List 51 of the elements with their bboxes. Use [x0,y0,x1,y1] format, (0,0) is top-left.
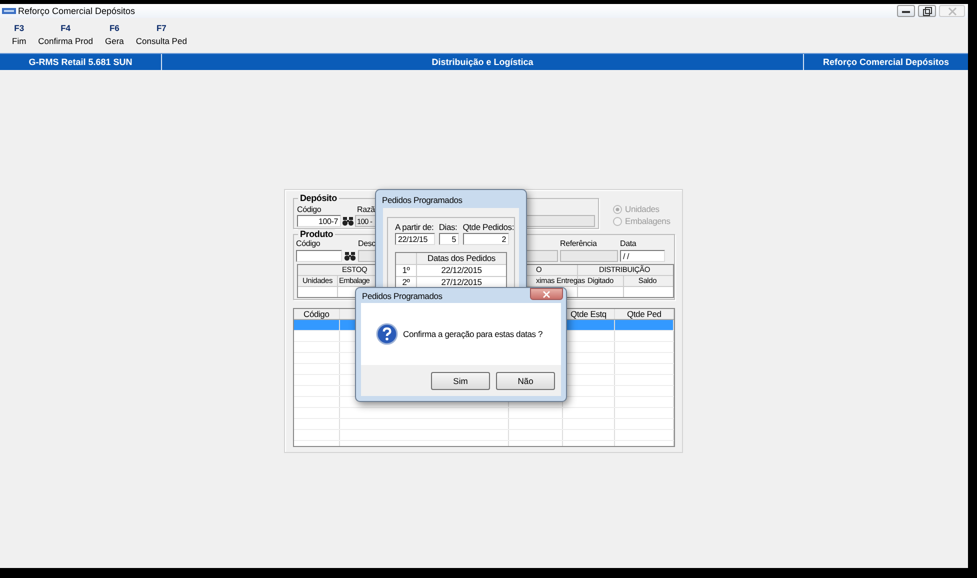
system-name: G-RMS Retail 5.681 SUN [0,54,162,70]
minimize-icon [902,10,910,12]
row-header: 1º [396,265,417,276]
toolbar-button[interactable]: F6 Gera [98,23,130,46]
toolbar-button[interactable]: F3 Fim [6,23,32,46]
dialog-message: Confirma a geração para estas datas ? [403,329,543,339]
column-header: Código [294,309,340,319]
dialog-button[interactable]: Não [496,372,555,390]
grid-row[interactable] [294,419,674,430]
binoculars-icon[interactable] [344,250,356,262]
field-label: Dias: [438,222,458,232]
window-title: Reforço Comercial Depósitos [18,6,136,16]
input-field[interactable]: / / [620,250,665,262]
group-title: Produto [298,229,336,239]
close-icon [948,6,956,16]
input-field[interactable]: 5 [439,233,459,245]
column-header: Qtde Ped [615,309,674,319]
minimize-button[interactable] [897,5,915,17]
dialog-button[interactable]: Sim [431,372,490,390]
grid-row[interactable] [294,430,674,441]
field-label: Qtde Pedidos: [462,222,514,232]
field-label: Código [296,239,320,248]
close-button[interactable] [530,288,563,300]
input-field[interactable] [296,250,342,262]
input-field[interactable]: 2 [463,233,509,245]
restore-icon [922,6,932,16]
grid-row[interactable] [294,408,674,419]
module-name: Distribuição e Logística [430,56,534,69]
restore-button[interactable] [918,5,936,17]
field-label: Data [620,239,636,248]
binoculars-icon[interactable] [342,215,354,227]
field-label: A partir de: [395,222,435,232]
screen-name: Reforço Comercial Depósitos [803,54,968,70]
input-field[interactable]: 100-7 [297,215,341,227]
field-label: Desc [358,239,376,248]
close-icon [543,290,550,298]
app-icon [2,7,16,15]
question-icon [376,323,398,345]
column-header: Datas dos Pedidos [426,253,496,264]
input-field[interactable]: 22/12/15 [395,233,435,245]
group-title: Depósito [298,193,339,203]
toolbar-button[interactable]: F7 Consulta Ped [130,23,193,46]
radio-label: Embalagens [625,216,670,226]
field-label: Referência [560,239,597,248]
toolbar-button[interactable]: F4 Confirma Prod [32,23,99,46]
dialog-title: Pedidos Programados [362,291,442,301]
field-label: Código [297,205,322,214]
dialog-title: Pedidos Programados [381,194,464,207]
input-field[interactable] [560,250,618,262]
field-label: Razã [357,205,375,214]
radio-label: Unidades [625,204,660,214]
